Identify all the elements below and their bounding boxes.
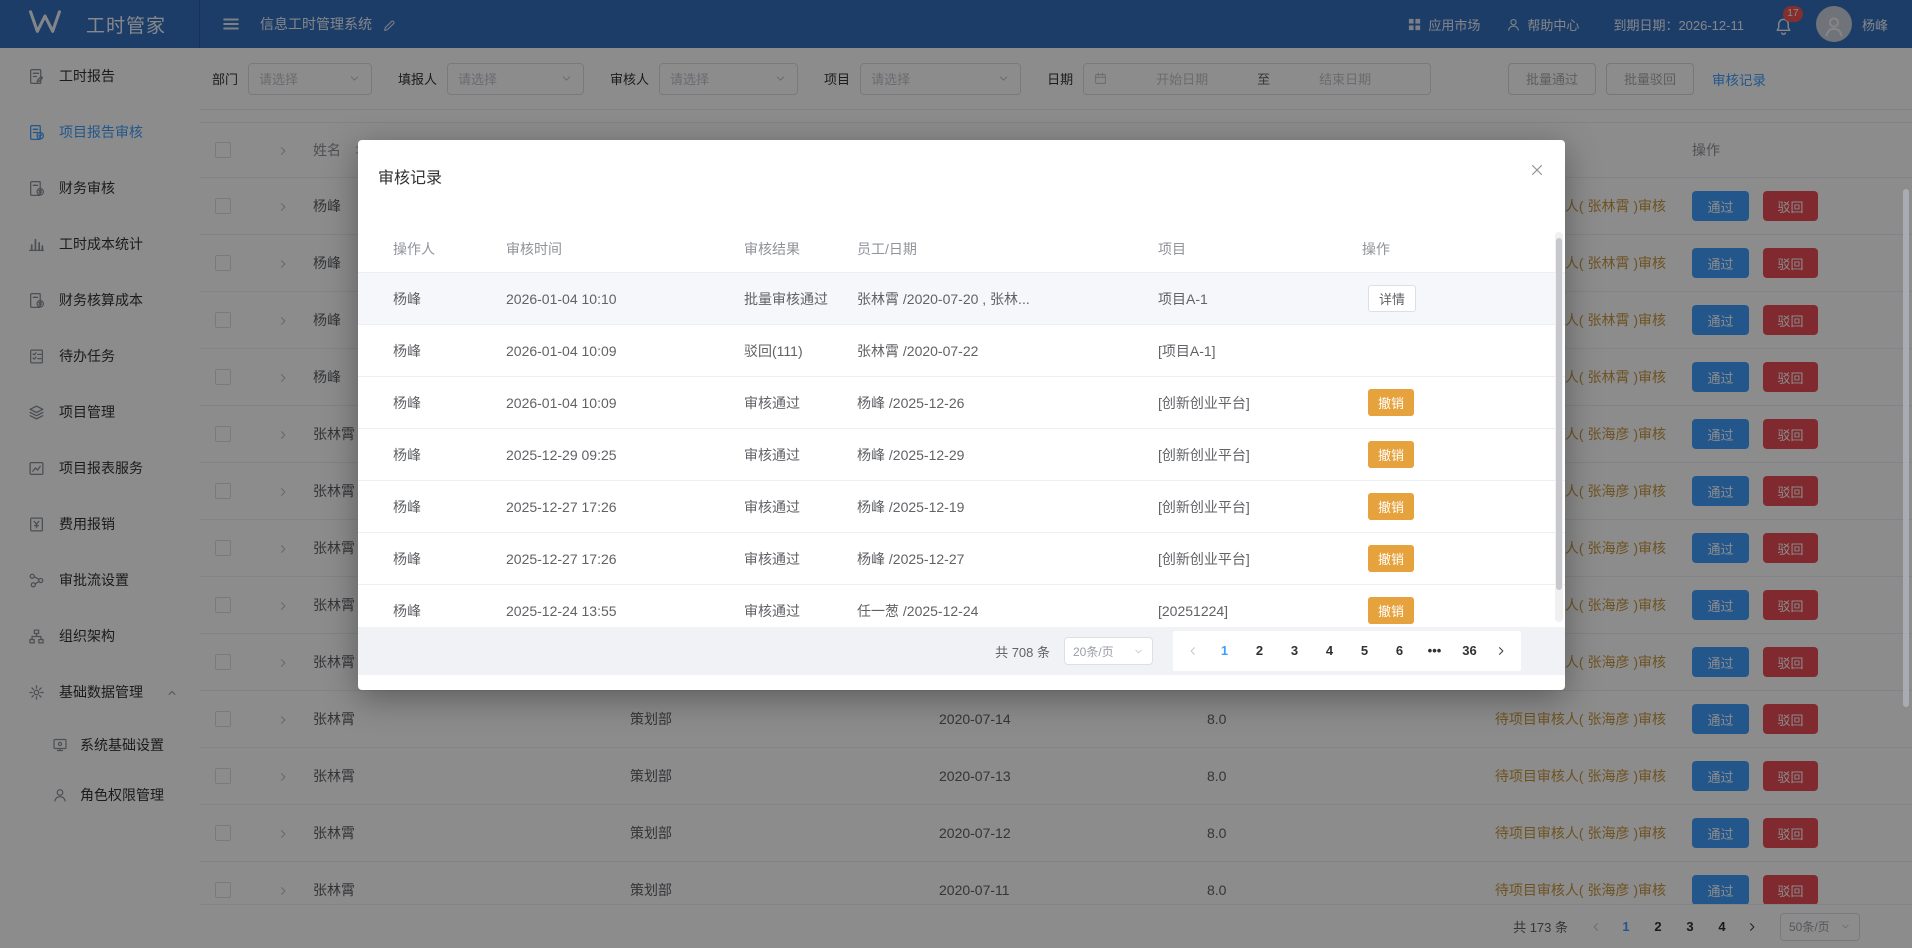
modal-column-header: 操作 <box>1362 239 1565 259</box>
modal-column-header: 审核结果 <box>744 239 857 259</box>
audit-result: 批量审核通过 <box>744 289 857 309</box>
row-action: 撤销 <box>1362 545 1565 572</box>
page-number[interactable]: 2 <box>1242 636 1277 666</box>
project: [创新创业平台] <box>1158 497 1362 517</box>
employee-date: 任一葱 /2025-12-24 <box>857 601 1158 621</box>
employee-date: 杨峰 /2025-12-19 <box>857 497 1158 517</box>
audit-time: 2025-12-24 13:55 <box>506 603 744 619</box>
modal-scrollbar-thumb[interactable] <box>1556 238 1562 590</box>
row-action: 撤销 <box>1362 597 1565 624</box>
employee-date: 杨峰 /2025-12-29 <box>857 445 1158 465</box>
modal-page-size-select[interactable]: 20条/页 <box>1064 637 1153 665</box>
revoke-button[interactable]: 撤销 <box>1368 493 1414 520</box>
chevron-down-icon <box>1133 646 1144 657</box>
employee-date: 杨峰 /2025-12-27 <box>857 549 1158 569</box>
audit-result: 驳回(111) <box>744 341 857 361</box>
prev-page-arrow[interactable] <box>1179 636 1207 666</box>
audit-result: 审核通过 <box>744 393 857 413</box>
operator: 杨峰 <box>358 445 506 465</box>
modal-table-header: 操作人审核时间审核结果员工/日期项目操作 <box>358 226 1565 273</box>
operator: 杨峰 <box>358 393 506 413</box>
modal-pagination: 共 708 条 20条/页 123456•••36 <box>358 627 1565 675</box>
audit-result: 审核通过 <box>744 445 857 465</box>
modal-column-header: 操作人 <box>358 239 506 259</box>
pager-ellipsis[interactable]: ••• <box>1417 636 1452 666</box>
project: [创新创业平台] <box>1158 445 1362 465</box>
audit-records-table: 操作人审核时间审核结果员工/日期项目操作 杨峰2026-01-04 10:10批… <box>358 226 1565 637</box>
modal-page-size-value: 20条/页 <box>1073 643 1114 660</box>
audit-time: 2026-01-04 10:10 <box>506 291 744 307</box>
next-page-arrow[interactable] <box>1487 636 1515 666</box>
page-number[interactable]: 6 <box>1382 636 1417 666</box>
employee-date: 张林霄 /2020-07-22 <box>857 341 1158 361</box>
revoke-button[interactable]: 撤销 <box>1368 545 1414 572</box>
operator: 杨峰 <box>358 601 506 621</box>
project: [20251224] <box>1158 603 1362 619</box>
page-number[interactable]: 1 <box>1207 636 1242 666</box>
modal-column-header: 员工/日期 <box>857 239 1158 259</box>
audit-record-row: 杨峰2025-12-29 09:25审核通过杨峰 /2025-12-29[创新创… <box>358 429 1565 481</box>
audit-result: 审核通过 <box>744 549 857 569</box>
revoke-button[interactable]: 撤销 <box>1368 441 1414 468</box>
audit-records-modal: 审核记录 操作人审核时间审核结果员工/日期项目操作 杨峰2026-01-04 1… <box>358 140 1565 690</box>
audit-result: 审核通过 <box>744 497 857 517</box>
modal-total-count: 共 708 条 <box>995 642 1050 661</box>
project: [创新创业平台] <box>1158 393 1362 413</box>
modal-pager: 123456•••36 <box>1173 631 1521 671</box>
operator: 杨峰 <box>358 549 506 569</box>
close-icon[interactable] <box>1529 162 1545 178</box>
page-number[interactable]: 4 <box>1312 636 1347 666</box>
page-scrollbar[interactable] <box>1903 189 1909 707</box>
audit-record-row: 杨峰2025-12-27 17:26审核通过杨峰 /2025-12-19[创新创… <box>358 481 1565 533</box>
audit-result: 审核通过 <box>744 601 857 621</box>
row-action: 撤销 <box>1362 441 1565 468</box>
page-root: 工时管家 信息工时管理系统 应用市场 帮助中心 到期日期：2026-12-11 … <box>0 0 1912 948</box>
audit-record-row: 杨峰2026-01-04 10:09审核通过杨峰 /2025-12-26[创新创… <box>358 377 1565 429</box>
audit-record-row: 杨峰2026-01-04 10:09驳回(111)张林霄 /2020-07-22… <box>358 325 1565 377</box>
modal-column-header: 项目 <box>1158 239 1362 259</box>
audit-time: 2025-12-27 17:26 <box>506 499 744 515</box>
employee-date: 杨峰 /2025-12-26 <box>857 393 1158 413</box>
page-number[interactable]: 36 <box>1452 636 1487 666</box>
audit-time: 2025-12-29 09:25 <box>506 447 744 463</box>
page-number[interactable]: 3 <box>1277 636 1312 666</box>
audit-time: 2025-12-27 17:26 <box>506 551 744 567</box>
revoke-button[interactable]: 撤销 <box>1368 389 1414 416</box>
modal-title: 审核记录 <box>378 164 442 188</box>
page-number[interactable]: 5 <box>1347 636 1382 666</box>
operator: 杨峰 <box>358 341 506 361</box>
operator: 杨峰 <box>358 289 506 309</box>
row-action: 撤销 <box>1362 389 1565 416</box>
modal-column-header: 审核时间 <box>506 239 744 259</box>
project: [项目A-1] <box>1158 341 1362 361</box>
audit-time: 2026-01-04 10:09 <box>506 343 744 359</box>
project: [创新创业平台] <box>1158 549 1362 569</box>
audit-record-row: 杨峰2025-12-27 17:26审核通过杨峰 /2025-12-27[创新创… <box>358 533 1565 585</box>
detail-button[interactable]: 详情 <box>1368 285 1416 312</box>
row-action: 撤销 <box>1362 493 1565 520</box>
project: 项目A-1 <box>1158 289 1362 309</box>
operator: 杨峰 <box>358 497 506 517</box>
row-action: 详情 <box>1362 285 1565 312</box>
revoke-button[interactable]: 撤销 <box>1368 597 1414 624</box>
modal-scrollbar-track <box>1555 232 1563 622</box>
audit-record-row: 杨峰2026-01-04 10:10批量审核通过张林霄 /2020-07-20 … <box>358 273 1565 325</box>
employee-date: 张林霄 /2020-07-20 , 张林... <box>857 289 1158 309</box>
audit-time: 2026-01-04 10:09 <box>506 395 744 411</box>
